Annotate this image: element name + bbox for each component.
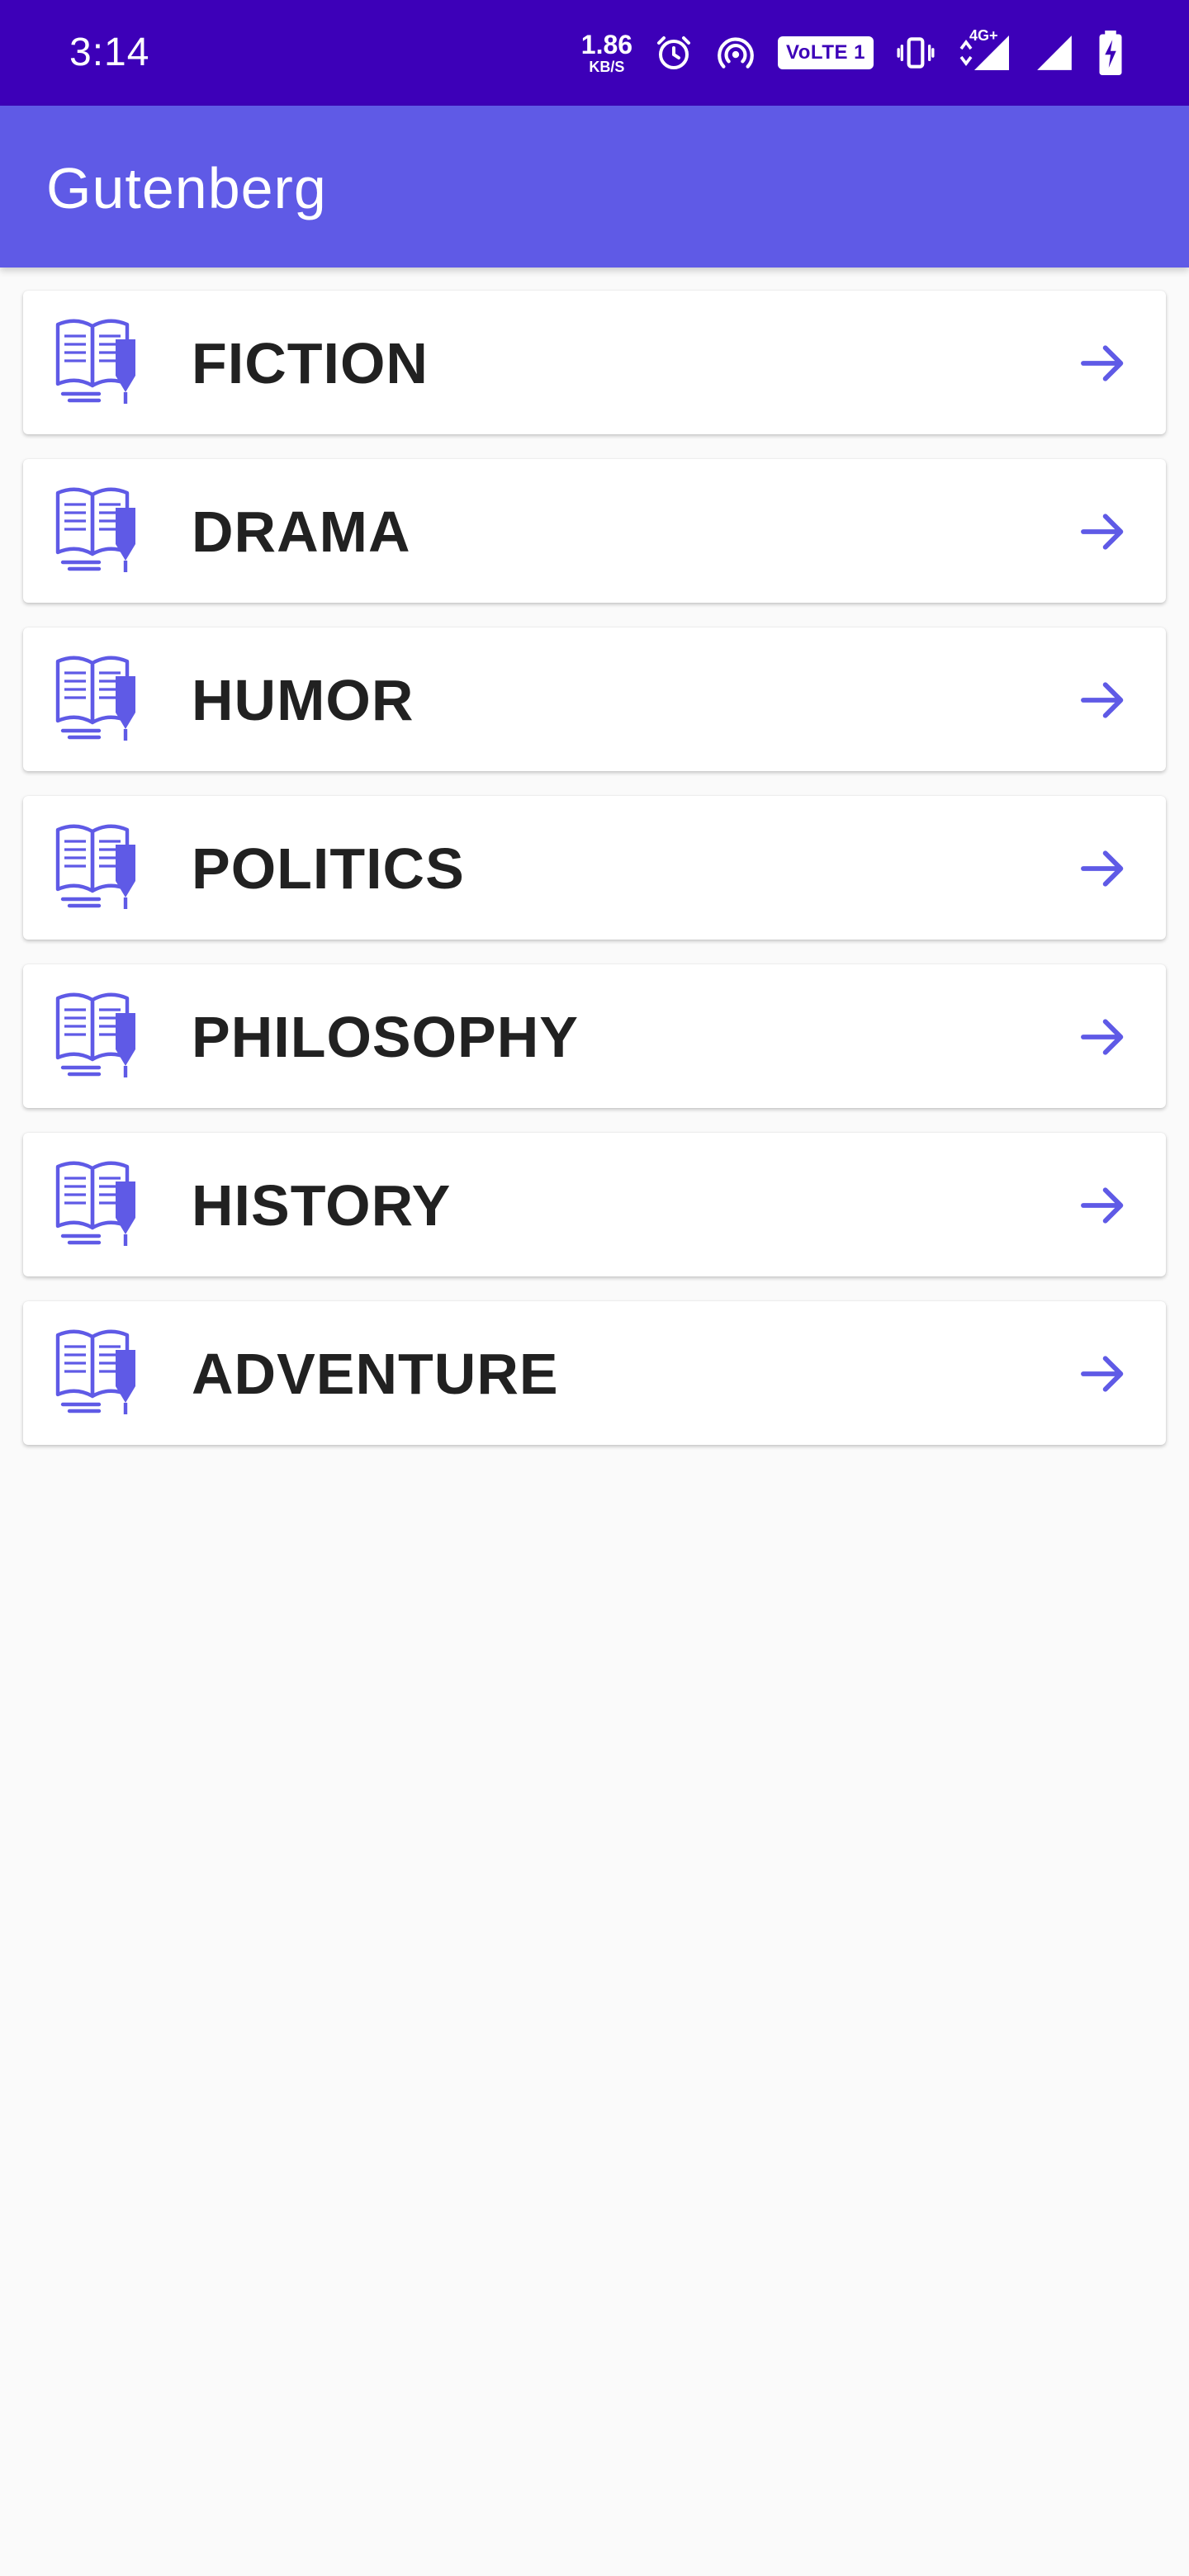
- category-label: PHILOSOPHY: [192, 1005, 579, 1069]
- arrow-right-icon: [1081, 345, 1124, 381]
- hotspot-icon: [718, 37, 754, 69]
- arrow-right-icon: [1081, 514, 1124, 550]
- arrow-right-icon: [1081, 1187, 1124, 1224]
- category-item-adventure[interactable]: ADVENTURE: [23, 1301, 1166, 1445]
- status-icons: 1.86 KB/S VoLTE 1 4G+: [581, 25, 1125, 81]
- signal-icon: [1037, 36, 1072, 70]
- arrow-right-icon: [1081, 850, 1124, 887]
- status-time: 3:14: [69, 31, 150, 74]
- app-title: Gutenberg: [46, 156, 327, 220]
- volte-badge: VoLTE 1: [778, 36, 874, 69]
- mobile-signal-4g: 4G+: [958, 27, 1012, 73]
- signal-icon: [959, 36, 1009, 70]
- network-speed-value: 1.86: [580, 30, 633, 59]
- book-icon: [55, 319, 135, 404]
- category-item-history[interactable]: HISTORY: [23, 1133, 1166, 1276]
- category-item-drama[interactable]: DRAMA: [23, 459, 1166, 603]
- category-label: POLITICS: [192, 836, 465, 901]
- book-icon: [55, 1161, 135, 1246]
- book-icon: [55, 992, 135, 1077]
- network-speed: 1.86 KB/S: [581, 31, 632, 74]
- book-icon: [55, 487, 135, 572]
- battery-charging-icon: [1099, 31, 1122, 75]
- category-label: DRAMA: [192, 500, 411, 564]
- arrow-right-icon: [1081, 682, 1124, 718]
- category-label: HUMOR: [192, 668, 414, 732]
- arrow-right-icon: [1081, 1019, 1124, 1055]
- category-item-fiction[interactable]: FICTION: [23, 291, 1166, 434]
- category-item-philosophy[interactable]: PHILOSOPHY: [23, 964, 1166, 1108]
- app-bar: Gutenberg: [0, 106, 1189, 268]
- category-label: FICTION: [192, 331, 429, 395]
- arrow-right-icon: [1081, 1356, 1124, 1392]
- book-icon: [55, 1329, 135, 1414]
- vibrate-icon: [897, 37, 935, 69]
- network-speed-unit: KB/S: [589, 59, 625, 75]
- category-list: FICTION DRAMA HUMOR POLITICS PHILOSOPHY …: [23, 291, 1166, 1470]
- book-icon: [55, 824, 135, 909]
- alarm-icon: [657, 36, 691, 69]
- category-item-politics[interactable]: POLITICS: [23, 796, 1166, 940]
- category-item-humor[interactable]: HUMOR: [23, 627, 1166, 771]
- book-icon: [55, 656, 135, 741]
- category-label: ADVENTURE: [192, 1342, 559, 1406]
- status-bar: 3:14 1.86 KB/S VoLTE 1 4G+: [0, 0, 1189, 106]
- category-label: HISTORY: [192, 1173, 452, 1238]
